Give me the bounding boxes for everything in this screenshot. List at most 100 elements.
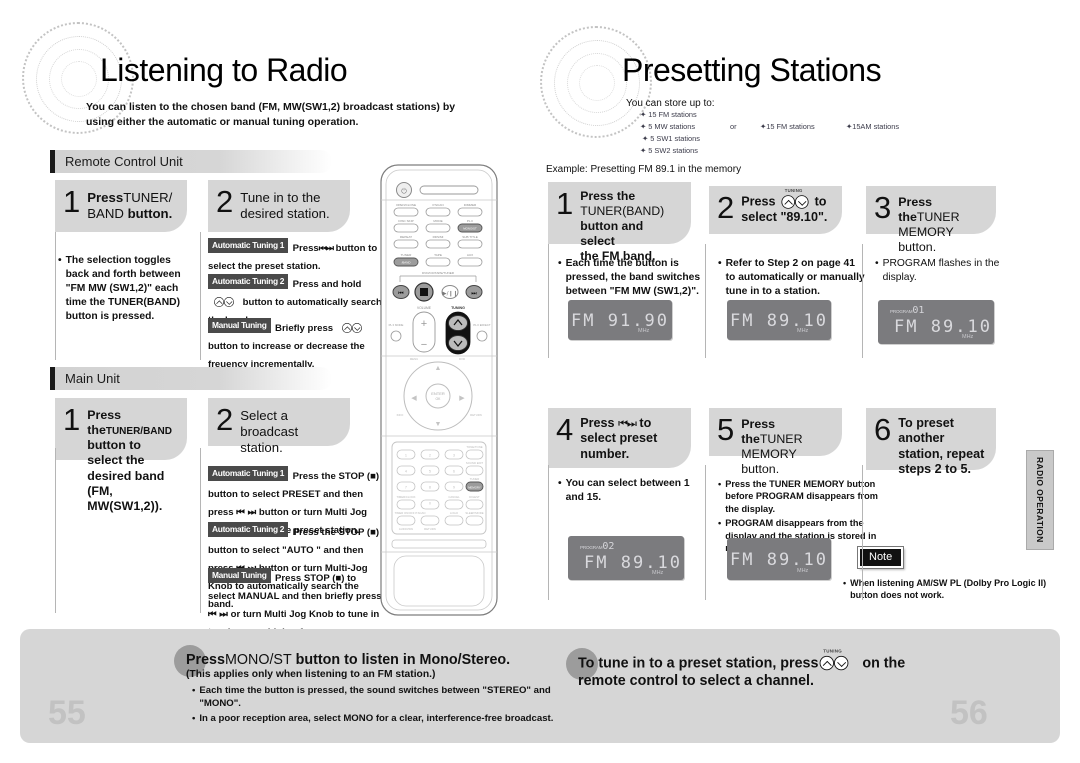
chip-label: Manual Tuning [208,568,271,583]
note-badge: Note [858,547,904,568]
svg-text:DIMMER: DIMMER [464,203,477,207]
svg-text:PL II EFFECT: PL II EFFECT [473,323,491,327]
step-text-line2: select preset [580,431,658,446]
bullet-item: • Press the TUNER MEMORY button before P… [718,478,878,515]
bullet-text: Refer to Step 2 on page 41 to automatica… [725,258,865,297]
store-row-4: ✦ 5 SW2 stations [640,145,899,157]
svg-text:PL II: PL II [467,219,473,223]
svg-text:SLEEP/MODE: SLEEP/MODE [465,511,483,515]
tuning-down-icon [834,656,849,671]
tuning-down-icon [795,195,809,209]
step-text-small: TUNER/BAND [105,426,172,438]
tag-text-a: Press [292,243,319,254]
remote-step-1: 1 PressTUNER/ BAND button. [55,180,187,232]
tuning-up-icon [781,195,796,209]
step-text-post: to [639,416,652,430]
list-item: 15 FM stations [648,110,697,119]
preset-step-6: 6 To preset another station, repeat step… [866,408,996,476]
step-text-pre: Press [580,416,615,430]
step-text: Press theTUNER MEMORY button. [741,414,832,478]
tuning-label: TUNING [784,188,803,194]
lcd-frequency: FM 89.10 [894,317,992,337]
page-number-right: 56 [950,694,988,732]
svg-text:LOGO: LOGO [450,511,459,515]
bullet-text: You can select between 1 and 15. [565,478,690,503]
bullet-dot: • [192,685,196,696]
tuning-buttons-icon: TUNING [820,649,849,671]
svg-text:3: 3 [453,454,455,458]
svg-text:MENU: MENU [410,357,419,361]
remote-step-2: 2 Tune in to the desired station. [208,180,350,232]
bullet-item: • PROGRAM flashes in the display. [875,257,1023,285]
svg-text:AUX: AUX [467,253,473,257]
svg-text:TUNER: TUNER [401,253,412,257]
list-bullet-icon: ✦ [640,110,647,119]
chip-label: Automatic Tuning 1 [208,238,289,253]
section-remote-control-unit: Remote Control Unit [50,150,332,173]
step-text: Select a broadcast station. [240,408,299,456]
bullet-dot: • [875,258,879,269]
page-title-right: Presetting Stations [622,52,882,88]
tuning-up-icon [214,297,224,308]
chip-label: Automatic Tuning 2 [208,522,289,537]
lcd-program-number: 01 [912,305,925,316]
chip-label: Manual Tuning [208,318,271,333]
lcd-program-indicator: PROGRAM01 [890,305,924,316]
step-number: 2 [717,190,735,225]
lcd-program-label: PROGRAM [580,545,603,550]
lcd-unit: MHz [962,334,974,340]
svg-text:9: 9 [453,486,455,490]
svg-text:2: 2 [429,454,431,458]
svg-text:PL II MODE: PL II MODE [389,323,404,327]
page-number-left: 55 [48,694,86,732]
lcd-unit: MHz [797,328,809,334]
svg-text:+: + [421,318,427,330]
svg-text:DIGEST: DIGEST [469,495,480,499]
svg-text:−: − [421,339,427,351]
skip-forward-icon: ⏭ [325,244,334,254]
step-line-2: station, repeat [898,446,985,461]
preset-step-5: 5 Press theTUNER MEMORY button. [709,408,842,476]
tuning-down-icon [351,323,362,334]
svg-text:AUDIO/SW: AUDIO/SW [399,527,414,531]
svg-text:RDS/MI: RDS/MI [433,235,444,239]
bullet-dot: • [558,258,562,269]
lcd-display-step-1: FM 91.90 MHz [568,300,672,340]
bullet-text: In a poor reception area, select MONO fo… [199,712,554,724]
svg-text:8: 8 [429,486,431,490]
svg-text:VOLUME: VOLUME [417,306,432,310]
tip-left-bullets: • Each time the button is pressed, the s… [192,685,572,728]
lcd-unit: MHz [652,570,664,576]
step-number: 1 [556,186,574,221]
svg-text:⏻: ⏻ [401,188,407,196]
bullet-item: • When listening AM/SW PL (Dolby Pro Log… [843,577,1058,601]
step-text-line2: MEMORY button. [741,447,797,477]
list-item: 5 SW1 stations [650,133,700,143]
column-divider-left-2 [55,448,56,613]
step-text: Press theTUNER/BAND button to select the… [87,404,177,514]
tuning-buttons-icon [341,323,362,334]
preset-step-4-bullets: • You can select between 1 and 15. [558,477,708,507]
svg-text:P.SCAN: P.SCAN [432,203,443,207]
svg-text:RETURN: RETURN [424,527,436,531]
list-item: 15AM stations [852,121,900,131]
tip-left-sub: (This applies only when listening to an … [186,669,436,680]
bullet-dot: • [558,478,562,489]
svg-text:⏮: ⏮ [398,290,404,297]
lcd-frequency: FM 89.10 [730,311,828,331]
svg-text:TONE/TONE: TONE/TONE [466,445,482,449]
preset-step-2-bullets: • Refer to Step 2 on page 41 to automati… [718,257,866,301]
skip-back-icon: ⏮ [618,417,628,430]
svg-text:TUNER: TUNER [470,477,480,481]
svg-text:7: 7 [405,486,407,490]
list-item: 15 FM stations [766,121,815,131]
bullet-item: • Each time the button is pressed, the b… [558,257,703,299]
skip-back-icon: ⏮ [318,244,327,254]
step-text-line3: number. [580,446,630,461]
remote-control-illustration: ⏻ OPEN/CLOSE P.SCAN DIMMER DISC SKIP MODE PL… [380,164,498,616]
svg-text:TUNING: TUNING [451,306,465,310]
tip-bold-lead: Press [186,652,225,668]
step-text: Press theTUNER MEMORY button. [898,192,986,256]
svg-text:0: 0 [429,502,431,506]
tip-right-headline: To tune in to a preset station, press TU… [578,649,978,690]
